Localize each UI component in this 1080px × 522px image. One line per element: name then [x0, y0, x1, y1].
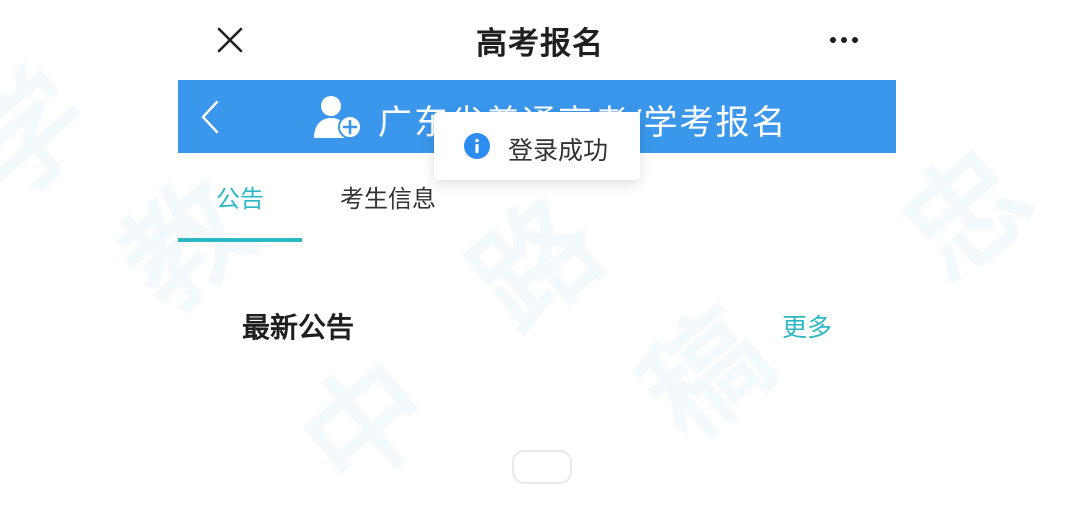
tab-student-info[interactable]: 考生信息	[340, 179, 436, 214]
bottom-floating-element	[512, 450, 572, 484]
more-horizontal-icon	[830, 37, 836, 43]
section-title: 最新公告	[242, 311, 355, 344]
info-icon	[464, 133, 490, 159]
toast-message: 登录成功	[508, 136, 609, 165]
watermark-4: 稿	[616, 284, 799, 468]
page-title: 高考报名	[476, 26, 604, 62]
login-success-toast: 登录成功	[434, 112, 640, 180]
window-bar: 高考报名	[0, 0, 1080, 80]
back-button[interactable]	[188, 90, 232, 143]
close-icon	[217, 27, 243, 53]
latest-announcements-header: 最新公告 更多	[178, 300, 896, 350]
more-link[interactable]: 更多	[782, 308, 832, 344]
user-add-icon	[314, 96, 362, 139]
more-button[interactable]	[820, 20, 868, 60]
tab-announcement[interactable]: 公告	[216, 179, 264, 214]
more-horizontal-icon-dot	[841, 37, 847, 43]
close-button[interactable]	[208, 18, 252, 62]
chevron-left-icon	[201, 100, 219, 133]
active-tab-indicator	[178, 238, 302, 242]
more-horizontal-icon-dot	[852, 37, 858, 43]
